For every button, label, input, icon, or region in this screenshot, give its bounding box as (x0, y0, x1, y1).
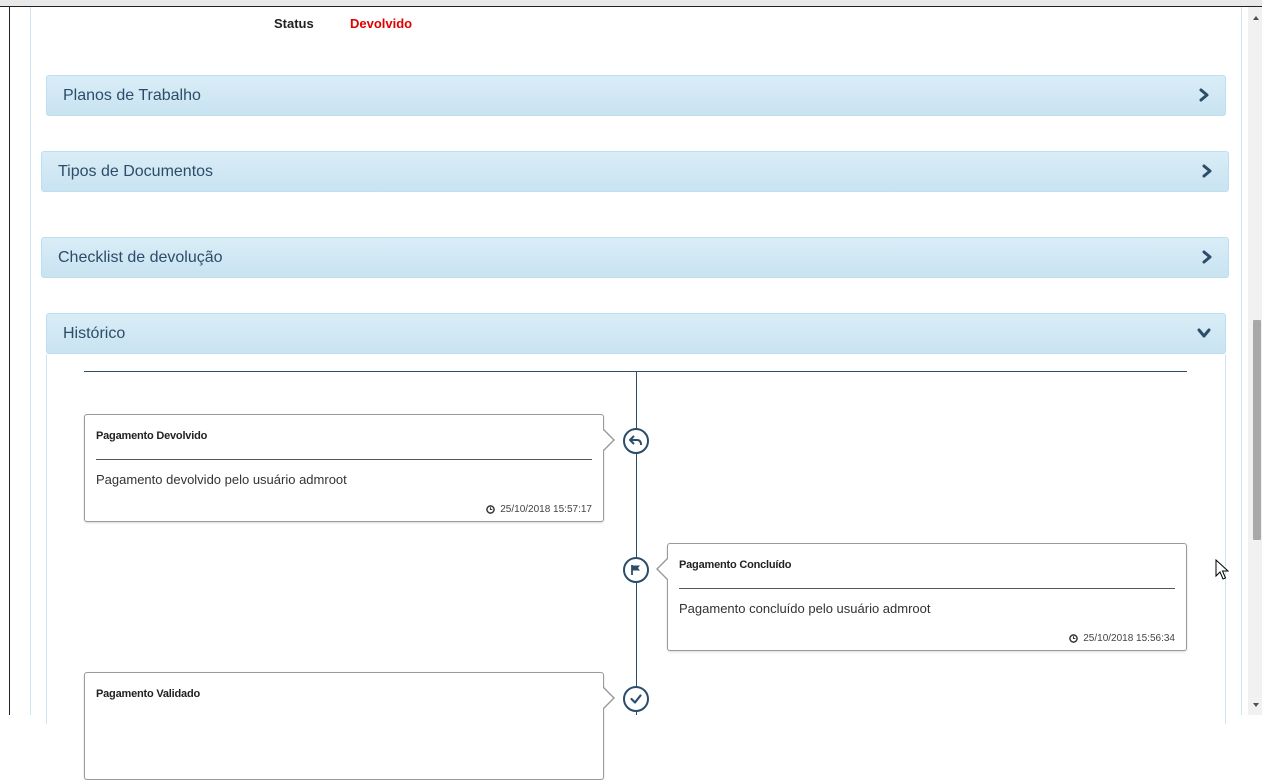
chevron-down-icon (1197, 328, 1211, 338)
scrollbar-thumb[interactable] (1253, 320, 1261, 540)
card-pointer (656, 557, 669, 581)
timeline-badge-concluido (623, 557, 649, 583)
clock-icon (486, 505, 496, 514)
card-title: Pagamento Validado (96, 688, 200, 700)
card-divider (679, 588, 1175, 589)
window-top-border (0, 6, 1262, 7)
chevron-right-icon (1199, 88, 1209, 102)
panel-title: Histórico (63, 325, 126, 342)
panel-tipos-de-documentos[interactable]: Tipos de Documentos (41, 151, 1229, 192)
card-title: Pagamento Devolvido (96, 430, 208, 442)
panel-title: Planos de Trabalho (63, 87, 201, 104)
card-text: Pagamento devolvido pelo usuário admroot (96, 472, 347, 487)
flag-icon (631, 565, 640, 575)
panel-title: Checklist de devolução (58, 249, 223, 266)
window-left-border (9, 7, 10, 715)
card-timestamp: 25/10/2018 15:57:17 (486, 504, 592, 515)
status-value: Devolvido (350, 16, 413, 31)
content-border-right (1241, 7, 1242, 715)
panel-title: Tipos de Documentos (58, 163, 214, 180)
check-icon (630, 694, 642, 704)
timestamp-text: 25/10/2018 15:56:34 (1083, 633, 1175, 644)
panel-historico[interactable]: Histórico (46, 313, 1226, 354)
card-timestamp: 25/10/2018 15:56:34 (1069, 633, 1175, 644)
scroll-up-arrow-icon[interactable] (1253, 16, 1259, 20)
card-title: Pagamento Concluído (679, 559, 792, 571)
timestamp-text: 25/10/2018 15:57:17 (500, 504, 592, 515)
card-text: Pagamento concluído pelo usuário admroot (679, 601, 931, 616)
timeline-card-concluido: Pagamento Concluído Pagamento concluído … (656, 543, 1187, 651)
undo-arrow-icon (629, 435, 642, 446)
card-pointer (602, 686, 615, 710)
mouse-cursor-icon (1215, 559, 1229, 580)
content-border-left (30, 7, 31, 715)
panel-planos-de-trabalho[interactable]: Planos de Trabalho (46, 75, 1226, 116)
card-divider (96, 459, 592, 460)
timeline-line (636, 371, 637, 715)
card-pointer (602, 428, 615, 452)
timeline-card-validado: Pagamento Validado (84, 672, 615, 780)
timeline-badge-validado (623, 686, 649, 712)
chevron-right-icon (1202, 164, 1212, 178)
clock-icon (1069, 634, 1079, 643)
status-label: Status (274, 16, 314, 31)
timeline-badge-devolvido (623, 428, 649, 454)
chevron-right-icon (1202, 250, 1212, 264)
scroll-down-arrow-icon[interactable] (1253, 703, 1259, 707)
timeline-card-devolvido: Pagamento Devolvido Pagamento devolvido … (84, 414, 615, 522)
panel-checklist-de-devolucao[interactable]: Checklist de devolução (41, 237, 1229, 278)
